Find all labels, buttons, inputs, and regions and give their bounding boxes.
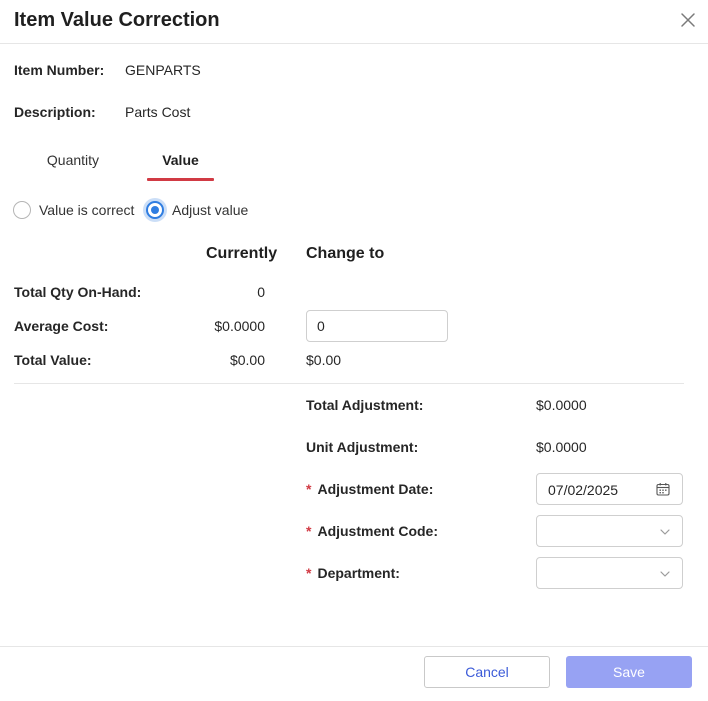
tab-quantity-label: Quantity <box>46 152 100 168</box>
adjustment-date-picker[interactable]: 07/02/2025 <box>536 473 683 505</box>
tab-value-label: Value <box>162 152 199 168</box>
total-value-current: $0.00 <box>229 352 265 368</box>
total-value-change: $0.00 <box>306 352 342 368</box>
chevron-down-icon <box>660 571 670 577</box>
active-tab-indicator <box>147 178 214 181</box>
item-number-value: GENPARTS <box>125 62 201 78</box>
average-cost-input[interactable] <box>306 310 448 342</box>
close-button[interactable] <box>678 10 698 30</box>
item-number-label: Item Number: <box>14 62 105 78</box>
adjustment-date-label-text: Adjustment Date: <box>317 481 434 497</box>
adjustment-code-label: * Adjustment Code: <box>306 523 438 539</box>
department-select[interactable] <box>536 557 683 589</box>
required-marker: * <box>306 523 312 539</box>
total-adjustment-value: $0.0000 <box>536 397 587 413</box>
radio-value-correct[interactable]: Value is correct <box>13 199 134 221</box>
dialog-title: Item Value Correction <box>14 9 220 31</box>
section-divider <box>14 383 684 384</box>
radio-adjust-value-circle <box>146 201 164 219</box>
footer-divider <box>0 646 708 647</box>
dialog-header: Item Value Correction <box>0 0 708 44</box>
save-button[interactable]: Save <box>566 656 692 688</box>
total-value-label: Total Value: <box>14 352 92 368</box>
average-cost-current: $0.0000 <box>214 318 265 334</box>
required-marker: * <box>306 565 312 581</box>
radio-value-correct-circle <box>13 201 31 219</box>
adjustment-code-select[interactable] <box>536 515 683 547</box>
unit-adjustment-label: Unit Adjustment: <box>306 439 419 455</box>
required-marker: * <box>306 481 312 497</box>
column-change-to: Change to <box>306 245 385 262</box>
department-label-text: Department: <box>317 565 400 581</box>
adjustment-code-label-text: Adjustment Code: <box>317 523 439 539</box>
item-value-correction-dialog: Item Value Correction Item Number: GENPA… <box>0 0 708 701</box>
unit-adjustment-value: $0.0000 <box>536 439 587 455</box>
cancel-button[interactable]: Cancel <box>424 656 550 688</box>
radio-value-correct-label: Value is correct <box>39 202 135 218</box>
description-value: Parts Cost <box>125 104 191 120</box>
chevron-down-icon <box>660 529 670 535</box>
radio-adjust-value-label: Adjust value <box>172 202 249 218</box>
adjustment-date-value: 07/02/2025 <box>548 482 619 498</box>
calendar-icon <box>656 483 670 496</box>
description-label: Description: <box>14 104 96 120</box>
close-icon <box>681 13 695 27</box>
total-qty-label: Total Qty On-Hand: <box>14 284 142 300</box>
total-qty-current: 0 <box>257 284 265 300</box>
column-currently: Currently <box>206 245 278 262</box>
tab-quantity[interactable]: Quantity <box>38 152 108 182</box>
adjustment-date-label: * Adjustment Date: <box>306 481 433 497</box>
radio-adjust-value[interactable]: Adjust value <box>146 199 248 221</box>
total-adjustment-label: Total Adjustment: <box>306 397 424 413</box>
average-cost-label: Average Cost: <box>14 318 109 334</box>
department-label: * Department: <box>306 565 400 581</box>
